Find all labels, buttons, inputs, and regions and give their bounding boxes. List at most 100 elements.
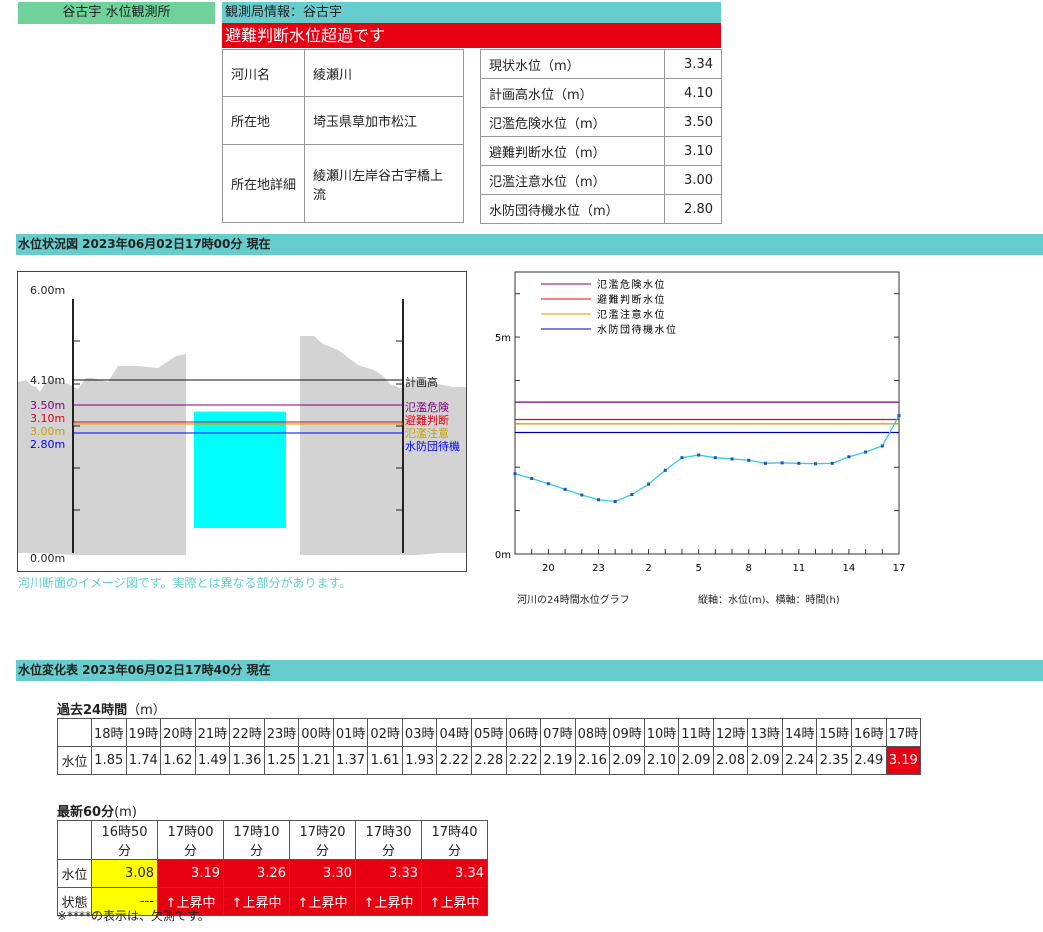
hist-value-10: 2.22 [436, 746, 473, 775]
hist-value-23: 3.19 [885, 746, 922, 775]
level-label-standby: 水防団待機水位（m） [480, 194, 665, 224]
level-label-current: 現状水位（m） [480, 49, 665, 79]
level-label-caution: 氾濫注意水位（m） [480, 165, 665, 195]
legend-label: 避難判断水位 [597, 293, 666, 306]
hist-hour-19: 13時 [747, 718, 783, 747]
x-tick-label: 17 [893, 563, 906, 574]
hist-hour-12: 06時 [505, 718, 542, 747]
station-info-table: 河川名 綾瀬川 所在地 埼玉県草加市松江 所在地詳細 綾瀬川左岸谷古宇橋上流 [222, 49, 464, 223]
info-label-location-detail: 所在地詳細 [222, 144, 305, 223]
data-point [747, 458, 751, 462]
x-tick-label: 20 [542, 563, 555, 574]
hist-hour-16: 10時 [643, 718, 680, 747]
water-level-table: 現状水位（m） 3.34 計画高水位（m） 4.10 氾濫危険水位（m） 3.50 避… [480, 49, 722, 224]
hist-hour-2: 20時 [160, 718, 196, 747]
recent-value-0: 3.08 [91, 859, 158, 888]
change-section-title: 水位変化表 2023年06月02日17時40分 現在 [16, 660, 1043, 681]
hist-value-5: 1.25 [263, 746, 300, 775]
recent-time-1: 17時00分 [157, 820, 224, 860]
data-point [596, 498, 600, 502]
recent-time-2: 17時10分 [223, 820, 290, 860]
data-point [613, 500, 617, 504]
cross-section-note: 河川断面のイメージ図です。実際とは異なる部分があります。 [18, 576, 352, 590]
recent-state-3: ↑上昇中 [289, 887, 356, 916]
hist-value-8: 1.61 [367, 746, 403, 775]
hist-hour-4: 22時 [229, 718, 265, 747]
level-value-standby: 2.80 [664, 194, 722, 224]
station-tag: 谷古宇 水位観測所 [18, 2, 215, 24]
level-value-danger: 3.50 [664, 107, 722, 137]
standby-level-name: 水防団待機 [405, 440, 460, 453]
data-point [530, 477, 534, 481]
level-label-evac: 避難判断水位（m） [480, 136, 665, 166]
hist-hour-15: 09時 [609, 718, 645, 747]
danger-level-value: 3.50m [30, 399, 66, 412]
hist-row-label: 水位 [57, 746, 92, 775]
chart-caption-left: 河川の24時間水位グラフ [517, 595, 630, 606]
recent-value-1: 3.19 [157, 859, 224, 888]
hist-hour-23: 17時 [885, 718, 922, 747]
chart-caption-right: 縦軸：水位(m)、横軸：時間(h) [698, 595, 840, 606]
data-point [864, 450, 868, 454]
hist-value-12: 2.22 [505, 746, 542, 775]
status-section-title: 水位状況図 2023年06月02日17時00分 現在 [16, 234, 1043, 255]
hist-value-16: 2.10 [643, 746, 680, 775]
hist-value-3: 1.49 [194, 746, 231, 775]
hist-unit: （m） [127, 703, 166, 718]
x-tick-label: 11 [792, 563, 805, 574]
data-point [814, 462, 818, 466]
data-point [647, 482, 651, 486]
recent-time-0: 16時50分 [91, 820, 158, 860]
data-point [697, 453, 701, 457]
legend-label: 氾濫危険水位 [597, 278, 666, 291]
hist-value-22: 2.49 [851, 746, 887, 775]
data-point [763, 461, 767, 465]
level-value-evac: 3.10 [664, 136, 722, 166]
recent-60min-table: 16時50分 17時00分 17時10分 17時20分 17時30分 17時40分 水位 3… [57, 820, 488, 916]
hist-hour-1: 19時 [125, 718, 162, 747]
level-value-caution: 3.00 [664, 165, 722, 195]
hist-hour-6: 00時 [298, 718, 334, 747]
y-tick-label: 5m [495, 333, 511, 344]
info-label-location: 所在地 [222, 96, 305, 145]
hist-hour-10: 04時 [436, 718, 473, 747]
data-point [730, 457, 734, 461]
data-point [630, 493, 634, 497]
recent-unit: (m) [114, 805, 137, 820]
info-value-location-detail: 綾瀬川左岸谷古宇橋上流 [304, 144, 464, 223]
recent-time-5: 17時40分 [421, 820, 488, 860]
data-point [546, 482, 550, 486]
recent-value-2: 3.26 [223, 859, 290, 888]
water-level-24h-chart: 0m 5m 20 23 2 5 8 11 14 17 氾濫危険水位避難判断水位氾濫注意水位水防団待機… [495, 271, 906, 574]
data-point [880, 444, 884, 448]
hist-value-15: 2.09 [609, 746, 645, 775]
y-tick-label: 0m [495, 550, 511, 561]
hist-value-4: 1.36 [229, 746, 265, 775]
level-value-plan: 4.10 [664, 78, 722, 108]
hist-hour-8: 02時 [367, 718, 403, 747]
legend-label: 氾濫注意水位 [597, 308, 666, 321]
plan-level-name: 計画高 [405, 376, 438, 389]
data-point [847, 455, 851, 459]
hist-hour-11: 05時 [471, 718, 507, 747]
x-tick-label: 2 [645, 563, 651, 574]
hist-value-1: 1.74 [125, 746, 162, 775]
data-point [580, 493, 584, 497]
hist-value-0: 1.85 [91, 746, 127, 775]
hist-value-7: 1.37 [332, 746, 369, 775]
hist-value-2: 1.62 [160, 746, 196, 775]
data-point [513, 472, 517, 476]
hist-value-11: 2.28 [471, 746, 507, 775]
water-fill [194, 411, 286, 528]
hist-table-title: 過去24時間（m） [57, 699, 166, 718]
alert-banner: 避難判断水位超過です [222, 23, 721, 48]
recent-corner [57, 820, 92, 860]
hist-value-17: 2.09 [678, 746, 714, 775]
level-value-current: 3.34 [664, 49, 722, 79]
footnote: ※****の表示は、欠測です。 [57, 909, 210, 923]
hist-hour-13: 07時 [540, 718, 576, 747]
recent-time-3: 17時20分 [289, 820, 356, 860]
recent-level-label: 水位 [57, 859, 92, 888]
hist-hour-21: 15時 [816, 718, 853, 747]
hist-hour-14: 08時 [574, 718, 611, 747]
